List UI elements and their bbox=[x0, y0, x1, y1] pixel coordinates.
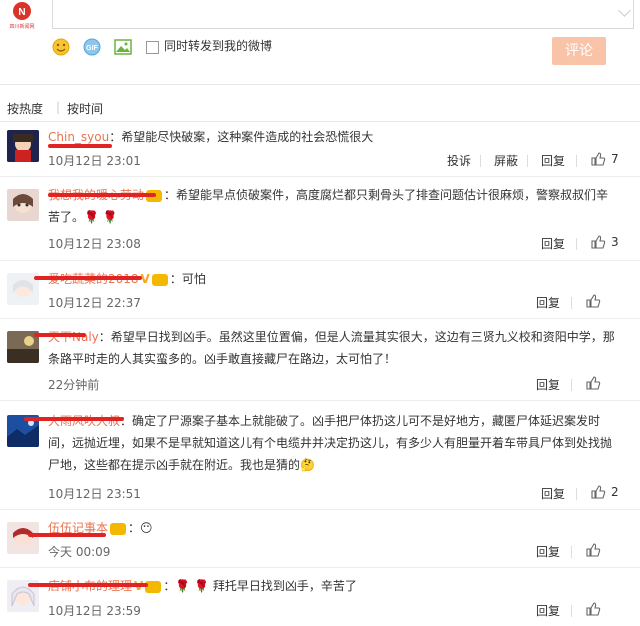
avatar[interactable] bbox=[7, 522, 39, 554]
divider bbox=[0, 318, 640, 319]
reply-button[interactable]: 回复 bbox=[536, 294, 560, 311]
like-count: 2 bbox=[611, 485, 619, 499]
separator bbox=[571, 605, 572, 617]
report-button[interactable]: 投诉 bbox=[447, 152, 471, 169]
reply-button[interactable]: 回复 bbox=[541, 235, 565, 252]
comment-textarea[interactable] bbox=[52, 0, 634, 29]
like-icon[interactable] bbox=[585, 293, 601, 312]
forward-checkbox[interactable] bbox=[146, 41, 159, 54]
emoji-icon[interactable] bbox=[52, 38, 70, 56]
image-icon[interactable] bbox=[114, 38, 132, 56]
reply-button[interactable]: 回复 bbox=[536, 602, 560, 619]
reply-button[interactable]: 回复 bbox=[536, 376, 560, 393]
like-icon[interactable] bbox=[585, 601, 601, 620]
redaction-mark bbox=[28, 533, 106, 537]
avatar[interactable] bbox=[7, 130, 39, 162]
separator bbox=[527, 155, 528, 167]
divider bbox=[0, 84, 640, 85]
comment-text: 大雨风吹大叔：确定了尸源案子基本上就能破了。凶手把尸体扔这儿可不是好地方，藏匿尸… bbox=[48, 414, 613, 472]
divider bbox=[0, 567, 640, 568]
site-logo-text: 四川新闻网 bbox=[9, 23, 34, 30]
divider bbox=[0, 260, 640, 261]
like-icon[interactable] bbox=[585, 375, 601, 394]
separator bbox=[571, 297, 572, 309]
separator bbox=[576, 238, 577, 250]
svg-text:GIF: GIF bbox=[86, 45, 98, 52]
reply-button[interactable]: 回复 bbox=[541, 152, 565, 169]
separator bbox=[576, 488, 577, 500]
block-button[interactable]: 屏蔽 bbox=[494, 152, 518, 169]
redaction-mark bbox=[28, 583, 148, 587]
like-icon[interactable] bbox=[585, 542, 601, 561]
gif-icon[interactable]: GIF bbox=[83, 38, 101, 56]
separator bbox=[571, 379, 572, 391]
redaction-mark bbox=[34, 276, 142, 280]
comment-text: 伍伍记事本 ：😶 bbox=[48, 521, 153, 535]
like-count: 7 bbox=[611, 152, 619, 166]
redaction-mark bbox=[48, 144, 112, 148]
username-link[interactable]: Chin_syou bbox=[48, 130, 109, 144]
sort-by-hot-tab[interactable]: 按热度 bbox=[7, 100, 43, 117]
redaction-mark bbox=[34, 333, 86, 337]
separator bbox=[576, 155, 577, 167]
submit-comment-button[interactable]: 评论 bbox=[552, 37, 606, 65]
like-count: 3 bbox=[611, 235, 619, 249]
comment-time: 10月12日 23:51 bbox=[48, 487, 141, 501]
redaction-mark bbox=[24, 417, 124, 421]
reply-button[interactable]: 回复 bbox=[536, 543, 560, 560]
like-icon[interactable] bbox=[590, 484, 606, 503]
comment-time: 10月12日 23:01 bbox=[48, 154, 141, 168]
comment-time: 10月12日 23:59 bbox=[48, 604, 141, 618]
comment-text: Chin_syou：希望能尽快破案，这种案件造成的社会恐慌很大 bbox=[48, 130, 374, 144]
comment-time: 今天 00:09 bbox=[48, 545, 111, 559]
comment-text: 天下Naly：希望早日找到凶手。虽然这里位置偏，但是人流量其实很大，这边有三贤九… bbox=[48, 330, 615, 366]
like-icon[interactable] bbox=[590, 151, 606, 170]
site-logo: N 四川新闻网 bbox=[4, 0, 40, 30]
like-icon[interactable] bbox=[590, 234, 606, 253]
separator bbox=[480, 155, 481, 167]
comment-time: 10月12日 22:37 bbox=[48, 296, 141, 310]
redaction-mark bbox=[48, 193, 156, 197]
vip-badge-icon bbox=[110, 522, 127, 535]
comment-time: 10月12日 23:08 bbox=[48, 237, 141, 251]
verified-v-icon: V bbox=[140, 272, 150, 286]
separator bbox=[571, 546, 572, 558]
forward-label: 同时转发到我的微博 bbox=[164, 39, 273, 53]
sort-separator: | bbox=[56, 100, 61, 114]
sort-by-time-tab[interactable]: 按时间 bbox=[67, 100, 103, 117]
comment-time: 22分钟前 bbox=[48, 378, 100, 392]
divider bbox=[0, 400, 640, 401]
svg-text:N: N bbox=[18, 7, 25, 18]
divider bbox=[0, 121, 640, 122]
vip-badge-icon bbox=[145, 580, 162, 593]
reply-button[interactable]: 回复 bbox=[541, 485, 565, 502]
divider bbox=[0, 176, 640, 177]
vip-badge-icon bbox=[151, 273, 168, 286]
divider bbox=[0, 509, 640, 510]
comment-text: 我想我的暖心劳动：希望能早点侦破案件，高度腐烂都只剩骨头了排查问题估计很麻烦，警… bbox=[48, 188, 609, 224]
avatar[interactable] bbox=[7, 189, 39, 221]
